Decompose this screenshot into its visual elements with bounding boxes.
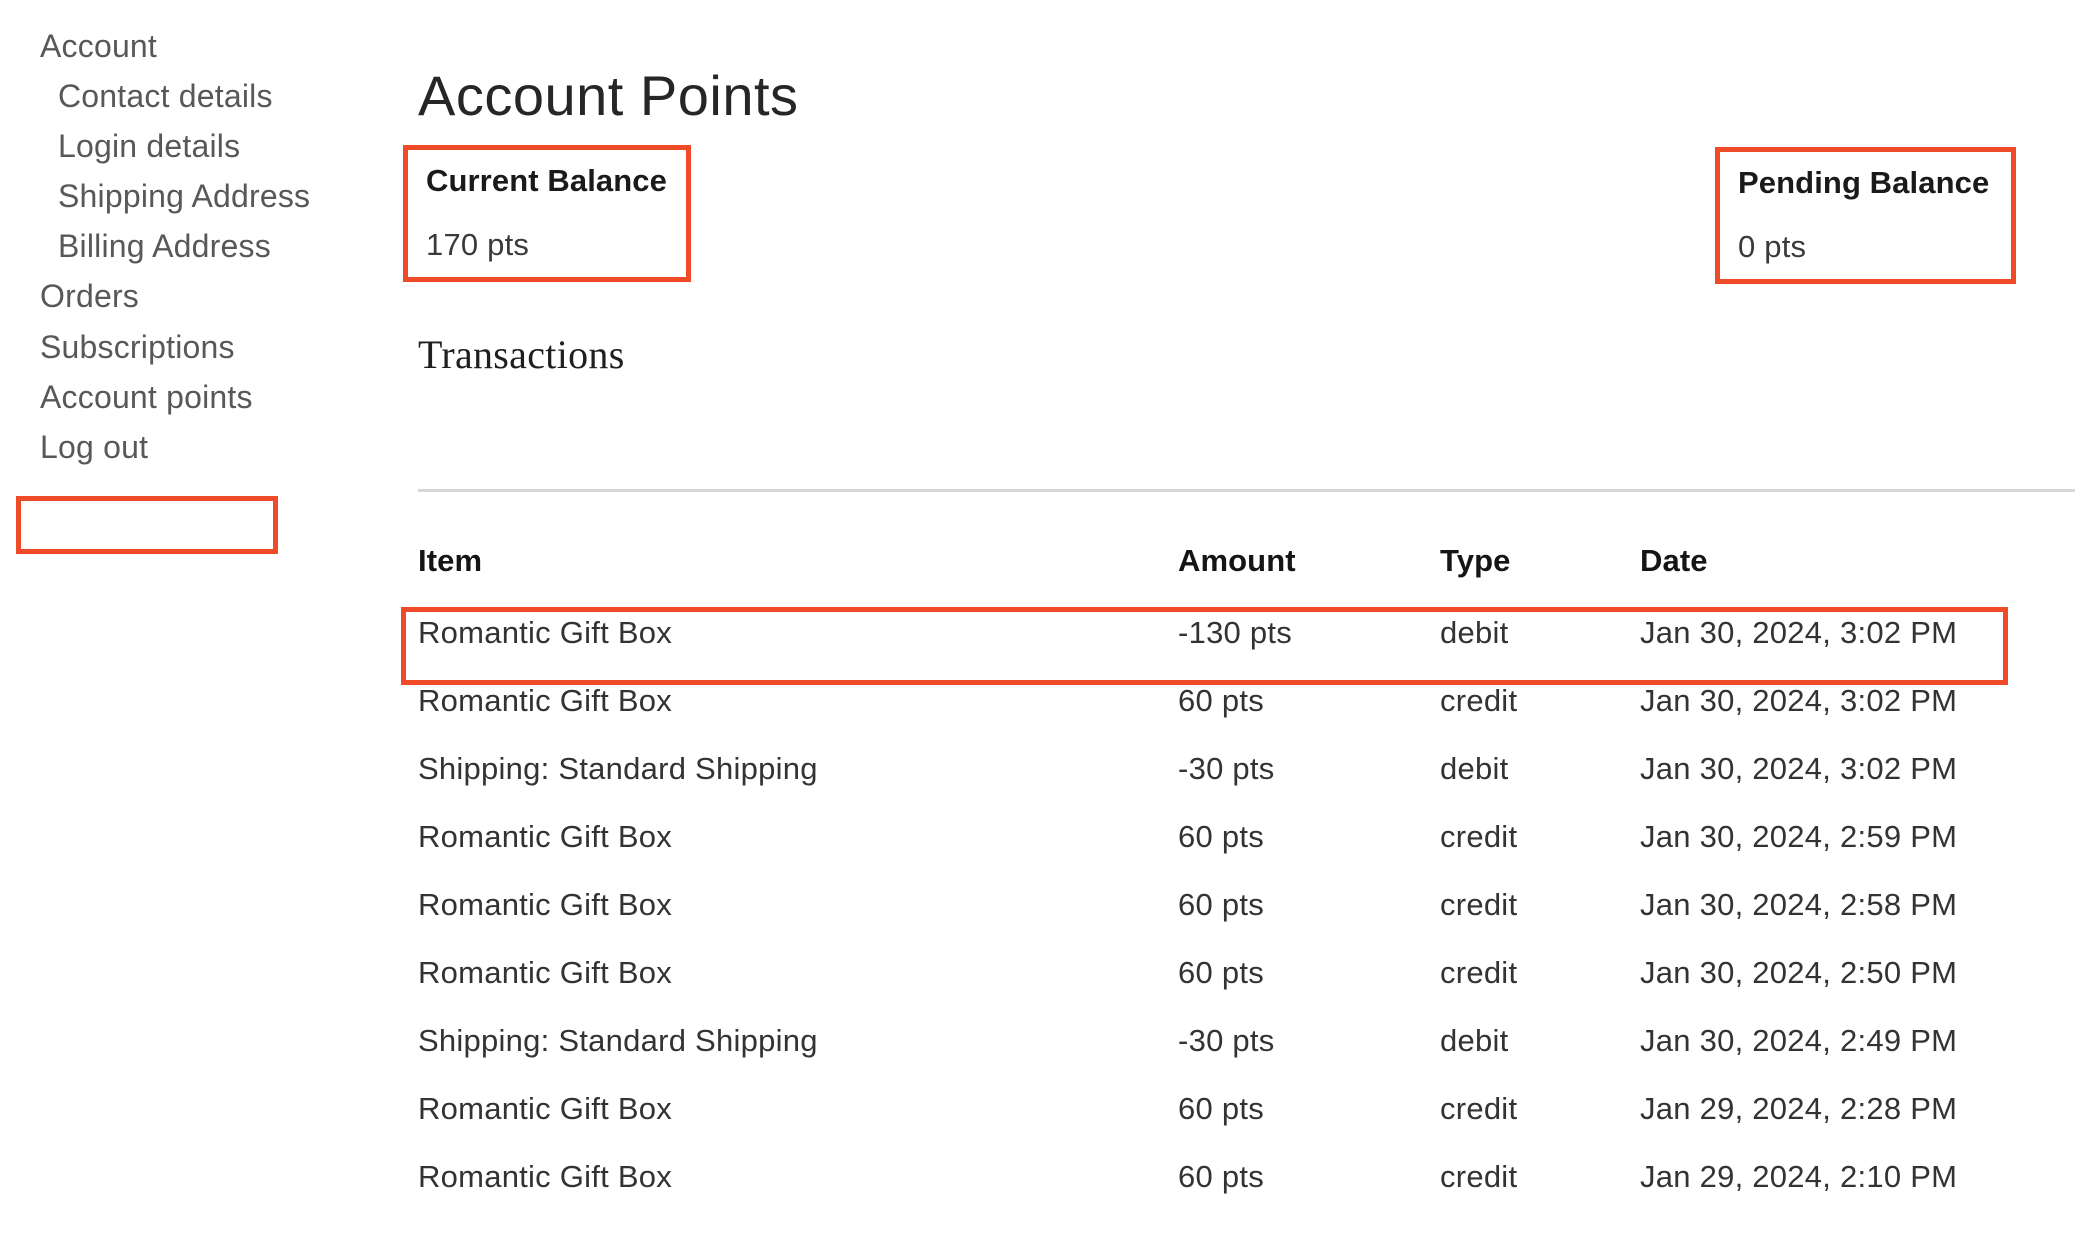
cell-item: Shipping: Standard Shipping [418, 1023, 818, 1058]
cell-date: Jan 30, 2024, 2:59 PM [1640, 819, 1958, 854]
account-sidebar: Account Contact details Login details Shipp… [0, 0, 400, 1254]
page-title: Account Points [418, 63, 799, 127]
cell-date: Jan 30, 2024, 3:02 PM [1640, 751, 1958, 786]
cell-amount: 60 pts [1178, 955, 1264, 990]
sidebar-item-shipping-address[interactable]: Shipping Address [58, 180, 310, 212]
cell-item: Romantic Gift Box [418, 1091, 673, 1126]
cell-amount: 60 pts [1178, 683, 1264, 718]
sidebar-item-log-out[interactable]: Log out [40, 431, 148, 463]
cell-type: credit [1440, 1091, 1518, 1126]
cell-type: debit [1440, 615, 1509, 650]
cell-type: debit [1440, 751, 1509, 786]
cell-amount: -30 pts [1178, 751, 1275, 786]
table-row[interactable]: Romantic Gift Box 60 pts credit Jan 29, 202… [400, 1161, 2090, 1229]
cell-type: credit [1440, 819, 1518, 854]
table-row[interactable]: Romantic Gift Box 60 pts credit Jan 30, 202… [400, 957, 2090, 1025]
table-header-row: Item Amount Type Date [400, 545, 2090, 613]
cell-type: credit [1440, 1159, 1518, 1194]
cell-item: Romantic Gift Box [418, 887, 673, 922]
current-balance-card: Current Balance 170 pts [403, 145, 691, 282]
section-divider [418, 489, 2075, 492]
cell-item: Romantic Gift Box [418, 615, 673, 650]
sidebar-item-login-details[interactable]: Login details [58, 130, 240, 162]
column-header-item: Item [418, 543, 483, 578]
cell-date: Jan 30, 2024, 2:58 PM [1640, 887, 1958, 922]
table-row[interactable]: Shipping: Standard Shipping -30 pts debit J… [400, 753, 2090, 821]
cell-amount: 60 pts [1178, 887, 1264, 922]
sidebar-item-billing-address[interactable]: Billing Address [58, 230, 271, 262]
pending-balance-value: 0 pts [1738, 229, 1807, 264]
cell-item: Romantic Gift Box [418, 955, 673, 990]
cell-item: Romantic Gift Box [418, 1159, 673, 1194]
cell-item: Romantic Gift Box [418, 819, 673, 854]
cell-date: Jan 30, 2024, 2:50 PM [1640, 955, 1958, 990]
cell-amount: -30 pts [1178, 1023, 1275, 1058]
column-header-date: Date [1640, 543, 1708, 578]
cell-date: Jan 29, 2024, 2:10 PM [1640, 1159, 1958, 1194]
table-row[interactable]: Romantic Gift Box 60 pts credit Jan 29, 202… [400, 1093, 2090, 1161]
table-row[interactable]: Romantic Gift Box 60 pts credit Jan 30, 202… [400, 821, 2090, 889]
pending-balance-card: Pending Balance 0 pts [1715, 147, 2016, 284]
cell-amount: -130 pts [1178, 615, 1293, 650]
cell-item: Romantic Gift Box [418, 683, 673, 718]
current-balance-value: 170 pts [426, 227, 530, 262]
cell-type: credit [1440, 887, 1518, 922]
pending-balance-label: Pending Balance [1738, 165, 1990, 200]
cell-type: credit [1440, 955, 1518, 990]
cell-item: Shipping: Standard Shipping [418, 751, 818, 786]
cell-date: Jan 30, 2024, 2:49 PM [1640, 1023, 1958, 1058]
cell-amount: 60 pts [1178, 1091, 1264, 1126]
account-points-annotation-box [16, 496, 278, 554]
transactions-heading: Transactions [418, 332, 625, 378]
main-content: Account Points Current Balance 170 pts P… [400, 0, 2090, 1254]
current-balance-label: Current Balance [426, 163, 667, 198]
table-row[interactable]: Romantic Gift Box 60 pts credit Jan 30, 202… [400, 685, 2090, 753]
sidebar-item-account-points[interactable]: Account points [40, 381, 253, 413]
table-row[interactable]: Romantic Gift Box 60 pts credit Jan 30, 202… [400, 889, 2090, 957]
column-header-amount: Amount [1178, 543, 1296, 578]
sidebar-item-account[interactable]: Account [40, 30, 157, 62]
table-row[interactable]: Shipping: Standard Shipping -30 pts debit J… [400, 1025, 2090, 1093]
cell-amount: 60 pts [1178, 1159, 1264, 1194]
table-row[interactable]: Romantic Gift Box -130 pts debit Jan 30, 20… [400, 617, 2090, 685]
column-header-type: Type [1440, 543, 1511, 578]
cell-type: debit [1440, 1023, 1509, 1058]
sidebar-item-contact-details[interactable]: Contact details [58, 80, 273, 112]
sidebar-item-subscriptions[interactable]: Subscriptions [40, 331, 235, 363]
cell-date: Jan 30, 2024, 3:02 PM [1640, 615, 1958, 650]
cell-type: credit [1440, 683, 1518, 718]
cell-date: Jan 29, 2024, 2:28 PM [1640, 1091, 1958, 1126]
cell-amount: 60 pts [1178, 819, 1264, 854]
cell-date: Jan 30, 2024, 3:02 PM [1640, 683, 1958, 718]
sidebar-item-orders[interactable]: Orders [40, 280, 139, 312]
